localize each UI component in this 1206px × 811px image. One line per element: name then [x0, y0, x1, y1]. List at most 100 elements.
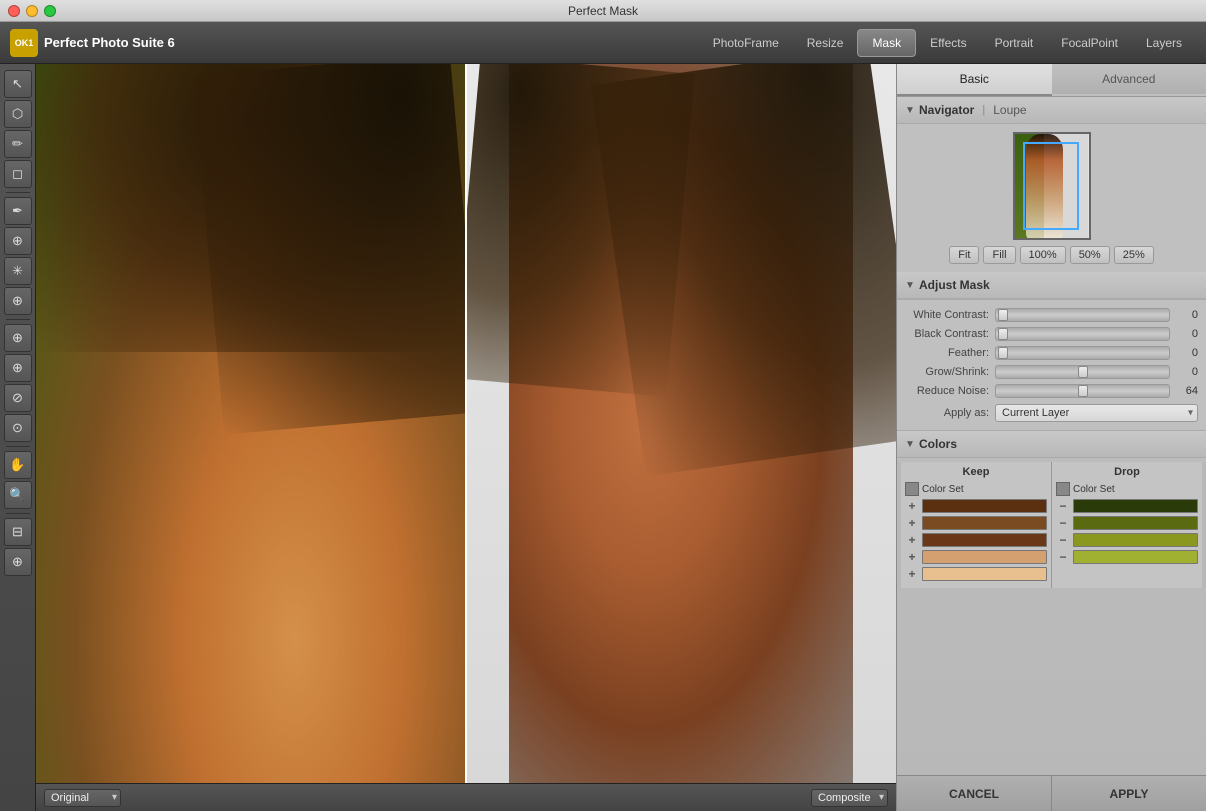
feather-thumb[interactable] [998, 347, 1008, 359]
pen-tool[interactable]: ✒ [4, 197, 32, 225]
right-view-select-wrapper[interactable]: Composite Original Mask [811, 789, 888, 807]
drop-minus-4-icon[interactable]: − [1056, 550, 1070, 564]
smudge-tool[interactable]: ⊕ [4, 287, 32, 315]
zoom-25-button[interactable]: 25% [1114, 246, 1154, 264]
keep-swatch-skin[interactable] [922, 550, 1047, 564]
apply-as-select[interactable]: Current Layer New Layer Mask [995, 404, 1198, 422]
black-contrast-row: Black Contrast: 0 [905, 327, 1198, 341]
keep-add-1-icon[interactable]: + [905, 499, 919, 513]
keep-add-5-icon[interactable]: + [905, 567, 919, 581]
loupe-label[interactable]: Loupe [993, 103, 1026, 117]
drop-minus-2-icon[interactable]: − [1056, 516, 1070, 530]
move-tool[interactable]: ⊕ [4, 324, 32, 352]
paint-tool[interactable]: ⊙ [4, 414, 32, 442]
zoom-100-button[interactable]: 100% [1020, 246, 1066, 264]
window-controls [8, 5, 56, 17]
layers-tool[interactable]: ⊟ [4, 518, 32, 546]
feather-slider[interactable] [995, 346, 1170, 360]
left-view-select-wrapper[interactable]: Original Mask Composite [44, 789, 121, 807]
nav-tab-photoframe[interactable]: PhotoFrame [699, 30, 793, 56]
maximize-button[interactable] [44, 5, 56, 17]
grow-shrink-slider[interactable] [995, 365, 1170, 379]
window-title: Perfect Mask [568, 4, 638, 18]
eyedropper-tool[interactable]: ⊘ [4, 384, 32, 412]
appbar: OK1 Perfect Photo Suite 6 PhotoFrame Res… [0, 22, 1206, 64]
canvas-bottom-bar: Original Mask Composite Composite Origin… [36, 783, 896, 811]
canvas-image[interactable] [36, 64, 896, 783]
right-view-select[interactable]: Composite Original Mask [811, 789, 888, 807]
keep-swatch-skin-light[interactable] [922, 567, 1047, 581]
reduce-noise-thumb[interactable] [1078, 385, 1088, 397]
adjust-mask-header[interactable]: ▼ Adjust Mask [897, 272, 1206, 299]
reduce-noise-slider[interactable] [995, 384, 1170, 398]
titlebar: Perfect Mask [0, 0, 1206, 22]
apply-button[interactable]: APPLY [1052, 776, 1206, 811]
colors-section-header[interactable]: ▼ Colors [897, 431, 1206, 458]
adjust-mask-title: Adjust Mask [919, 278, 990, 292]
select-tool[interactable]: ↖ [4, 70, 32, 98]
magnify-tool[interactable]: 🔍 [4, 481, 32, 509]
nav-tab-focalpoint[interactable]: FocalPoint [1047, 30, 1132, 56]
eraser-tool[interactable]: ◻ [4, 160, 32, 188]
left-toolbar: ↖ ⬡ ✏ ◻ ✒ ⊕ ✳ ⊕ ⊕ ⊕ ⊘ ⊙ ✋ 🔍 ⊟ ⊕ [0, 64, 36, 811]
drop-swatch-olive[interactable] [1073, 533, 1198, 547]
zoom-50-button[interactable]: 50% [1070, 246, 1110, 264]
navigator-thumbnail[interactable] [1013, 132, 1091, 240]
feather-label: Feather: [905, 347, 995, 359]
black-contrast-value: 0 [1170, 328, 1198, 340]
navigator-section-header[interactable]: ▼ Navigator | Loupe [897, 97, 1206, 124]
cancel-button[interactable]: CANCEL [897, 776, 1051, 811]
feather-row: Feather: 0 [905, 346, 1198, 360]
canvas-divider[interactable] [465, 64, 467, 783]
hand-tool[interactable]: ✋ [4, 451, 32, 479]
lasso-tool[interactable]: ⬡ [4, 100, 32, 128]
white-contrast-thumb[interactable] [998, 309, 1008, 321]
black-contrast-slider[interactable] [995, 327, 1170, 341]
grow-shrink-thumb[interactable] [1078, 366, 1088, 378]
keep-swatch-5: + [905, 567, 1047, 581]
nav-tabs: PhotoFrame Resize Mask Effects Portrait … [699, 29, 1196, 57]
black-contrast-thumb[interactable] [998, 328, 1008, 340]
zoom-tool[interactable]: ⊕ [4, 354, 32, 382]
tool-sep-3 [6, 446, 30, 447]
logo-icon: OK1 [10, 29, 38, 57]
nav-tab-portrait[interactable]: Portrait [981, 30, 1048, 56]
keep-add-3-icon[interactable]: + [905, 533, 919, 547]
drop-swatch-yellow-green[interactable] [1073, 550, 1198, 564]
keep-header: Keep [905, 466, 1047, 478]
keep-swatch-2: + [905, 516, 1047, 530]
drop-swatch-dark-green[interactable] [1073, 499, 1198, 513]
black-contrast-label: Black Contrast: [905, 328, 995, 340]
colors-arrow-icon: ▼ [905, 439, 915, 449]
navigator-sep: | [982, 104, 985, 116]
nav-tab-layers[interactable]: Layers [1132, 30, 1196, 56]
settings-tool[interactable]: ⊕ [4, 548, 32, 576]
zoom-fill-button[interactable]: Fill [983, 246, 1015, 264]
drop-minus-3-icon[interactable]: − [1056, 533, 1070, 547]
minimize-button[interactable] [26, 5, 38, 17]
keep-swatch-medium-brown[interactable] [922, 516, 1047, 530]
brush-tool[interactable]: ✏ [4, 130, 32, 158]
keep-add-4-icon[interactable]: + [905, 550, 919, 564]
drop-swatch-medium-green[interactable] [1073, 516, 1198, 530]
keep-swatch-dark-brown[interactable] [922, 499, 1047, 513]
drop-minus-1-icon[interactable]: − [1056, 499, 1070, 513]
nav-tab-resize[interactable]: Resize [793, 30, 858, 56]
zoom-fit-button[interactable]: Fit [949, 246, 979, 264]
canvas-area: Original Mask Composite Composite Origin… [36, 64, 896, 811]
close-button[interactable] [8, 5, 20, 17]
grow-shrink-row: Grow/Shrink: 0 [905, 365, 1198, 379]
keep-swatch-light-brown[interactable] [922, 533, 1047, 547]
nav-tab-mask[interactable]: Mask [857, 29, 916, 57]
nav-tab-effects[interactable]: Effects [916, 30, 980, 56]
apply-as-select-wrapper[interactable]: Current Layer New Layer Mask [995, 404, 1198, 422]
tab-advanced[interactable]: Advanced [1052, 64, 1206, 96]
refine-tool[interactable]: ✳ [4, 257, 32, 285]
grow-shrink-label: Grow/Shrink: [905, 366, 995, 378]
left-view-select[interactable]: Original Mask Composite [44, 789, 121, 807]
drop-swatch-2: − [1056, 516, 1198, 530]
white-contrast-slider[interactable] [995, 308, 1170, 322]
tab-basic[interactable]: Basic [897, 64, 1052, 96]
stamp-tool[interactable]: ⊕ [4, 227, 32, 255]
keep-add-2-icon[interactable]: + [905, 516, 919, 530]
